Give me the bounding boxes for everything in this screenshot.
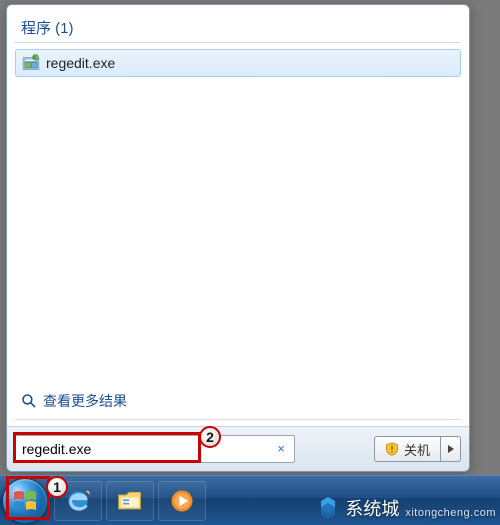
shutdown-button[interactable]: 关机 [374, 436, 441, 462]
see-more-label: 查看更多结果 [43, 391, 127, 411]
shield-icon [385, 442, 399, 456]
start-menu-results-pane: 程序 (1) regedit.exe 查看更多结果 [7, 5, 469, 426]
results-empty-space [15, 77, 461, 385]
watermark-brand: 系统城 [345, 495, 399, 521]
watermark-logo-icon [315, 495, 341, 521]
shutdown-options-button[interactable] [441, 436, 461, 462]
shutdown-label: 关机 [404, 440, 430, 459]
taskbar-pinned-explorer[interactable] [106, 481, 154, 521]
callout-2: 2 [199, 426, 221, 448]
taskbar-pinned-media-player[interactable] [158, 481, 206, 521]
see-more-results[interactable]: 查看更多结果 [15, 385, 461, 417]
results-section-header: 程序 (1) [15, 13, 461, 43]
highlight-box-1 [6, 476, 50, 520]
watermark-sub: xitongcheng.com [405, 507, 496, 521]
result-item-regedit[interactable]: regedit.exe [15, 49, 461, 77]
highlight-box-2 [13, 432, 201, 463]
shutdown-split-button: 关机 [374, 436, 461, 462]
divider [15, 419, 461, 420]
watermark: 系统城 xitongcheng.com [315, 495, 496, 521]
search-icon [21, 393, 37, 409]
callout-1: 1 [46, 476, 68, 498]
file-explorer-icon [116, 487, 144, 515]
windows-media-player-icon [168, 487, 196, 515]
start-menu: 程序 (1) regedit.exe 查看更多结果 [6, 4, 470, 472]
internet-explorer-icon [64, 487, 92, 515]
regedit-icon [22, 54, 40, 72]
result-item-label: regedit.exe [46, 55, 115, 71]
chevron-right-icon [448, 445, 454, 453]
clear-search-button[interactable]: × [274, 442, 288, 456]
